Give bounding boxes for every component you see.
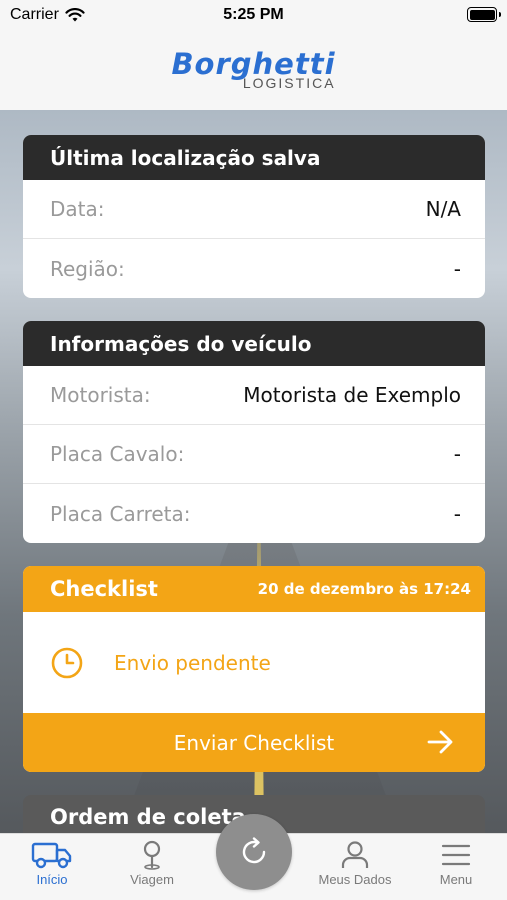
tab-label: Início [36, 872, 68, 887]
row-label: Região: [50, 256, 125, 281]
checklist-card: Checklist 20 de dezembro às 17:24 Envio … [23, 566, 485, 772]
row-label: Data: [50, 197, 105, 221]
location-date-row: Data: N/A [23, 180, 485, 239]
refresh-button[interactable] [216, 814, 292, 890]
trailer-plate-row: Placa Carreta: - [23, 484, 485, 543]
tab-viagem[interactable]: Viagem [107, 840, 197, 887]
location-region-row: Região: - [23, 239, 485, 298]
last-location-card: Última localização salva Data: N/A Regiã… [23, 135, 485, 298]
checklist-date: 20 de dezembro às 17:24 [257, 580, 471, 598]
status-bar: Carrier 5:25 PM [0, 0, 507, 30]
brand-logo: Borghetti LOGISTICA [171, 47, 336, 91]
map-pin-icon [143, 840, 161, 870]
send-checklist-label: Enviar Checklist [173, 730, 335, 755]
checklist-title: Checklist [50, 577, 158, 601]
app-header: Borghetti LOGISTICA [0, 30, 507, 110]
refresh-icon [242, 837, 266, 864]
tab-inicio[interactable]: Início [7, 840, 97, 887]
row-value: N/A [425, 197, 461, 221]
tab-label: Viagem [130, 872, 174, 887]
brand-subtitle: LOGISTICA [242, 75, 336, 91]
menu-icon [441, 844, 471, 866]
vehicle-info-title: Informações do veículo [23, 321, 485, 366]
row-label: Placa Cavalo: [50, 442, 185, 466]
send-checklist-button[interactable]: Enviar Checklist [23, 713, 485, 772]
driver-row: Motorista: Motorista de Exemplo [23, 366, 485, 425]
checklist-header: Checklist 20 de dezembro às 17:24 [23, 566, 485, 612]
row-value: Motorista de Exemplo [243, 383, 461, 407]
row-value: - [453, 256, 461, 281]
last-location-title: Última localização salva [23, 135, 485, 180]
pickup-order-title: Ordem de coleta [50, 805, 246, 829]
user-icon [341, 841, 369, 868]
row-value: - [453, 501, 461, 526]
tab-menu[interactable]: Menu [411, 840, 501, 887]
checklist-status-row: Envio pendente [23, 612, 485, 713]
status-time: 5:25 PM [223, 6, 284, 23]
battery-icon [467, 7, 501, 22]
truck-icon [31, 842, 72, 869]
vehicle-info-card: Informações do veículo Motorista: Motori… [23, 321, 485, 543]
row-label: Motorista: [50, 383, 151, 407]
tractor-plate-row: Placa Cavalo: - [23, 425, 485, 484]
arrow-right-icon [427, 730, 453, 754]
clock-icon [51, 647, 83, 678]
checklist-status-text: Envio pendente [114, 650, 271, 675]
brand-name: Borghetti [171, 47, 336, 81]
row-label: Placa Carreta: [50, 501, 191, 526]
tab-label: Menu [439, 872, 473, 887]
row-value: - [453, 442, 461, 466]
tab-meus-dados[interactable]: Meus Dados [310, 840, 400, 887]
tab-label: Meus Dados [318, 872, 392, 887]
